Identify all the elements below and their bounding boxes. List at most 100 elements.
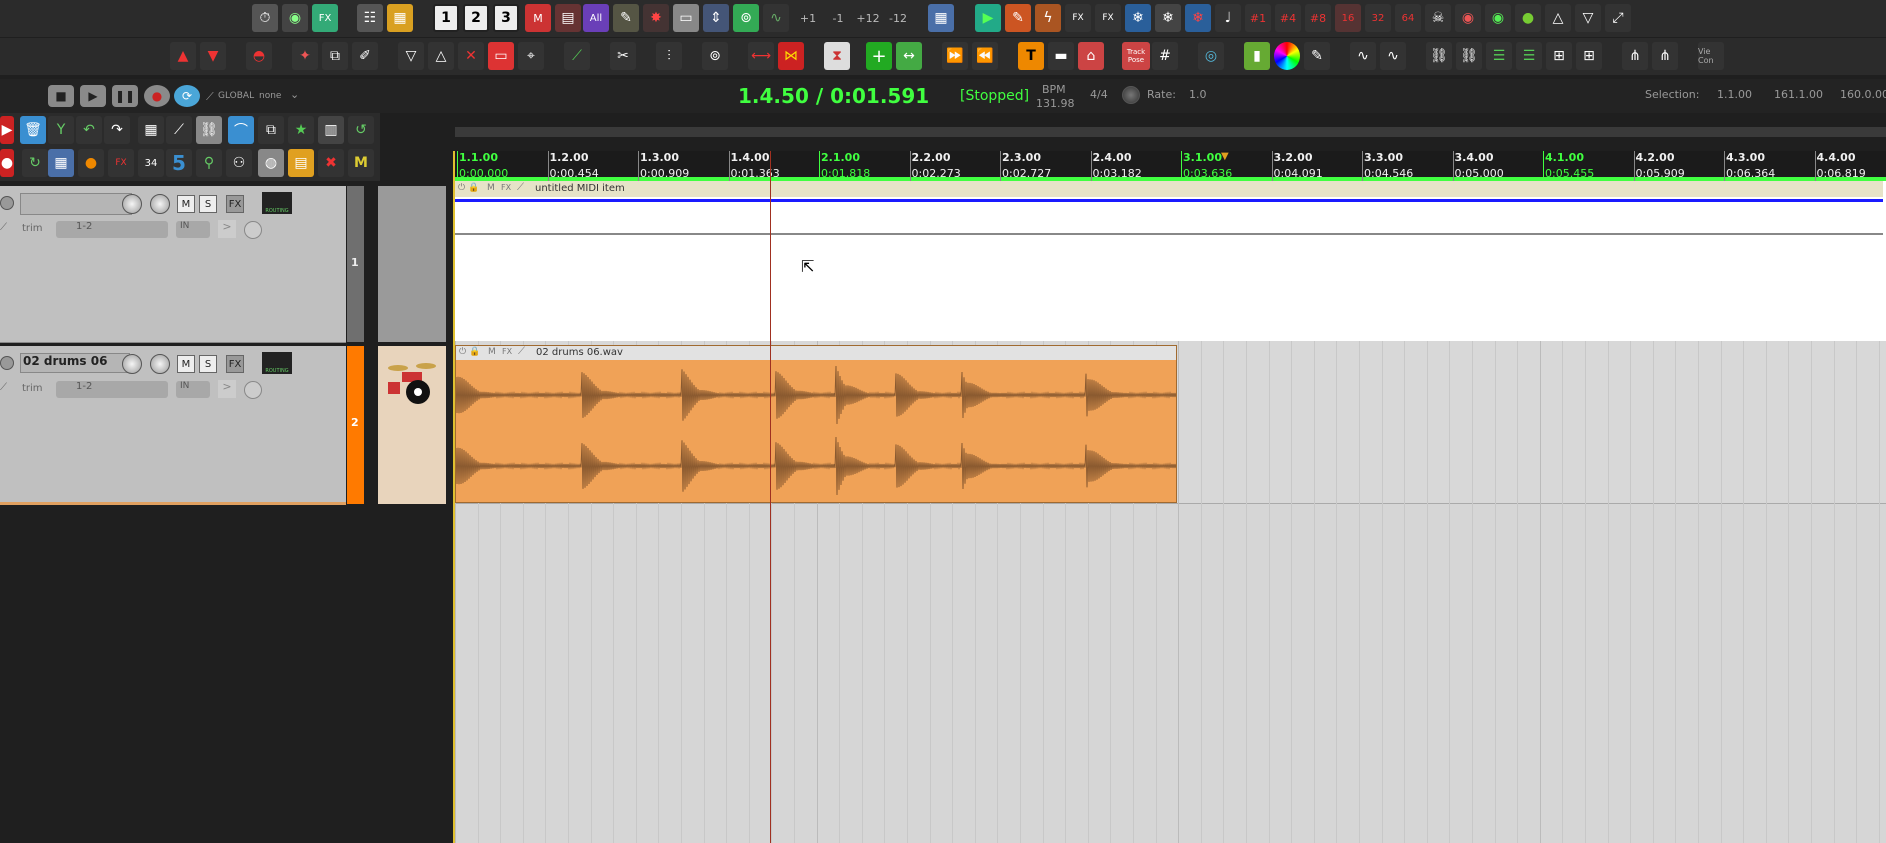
chain2-icon[interactable]: ⛓ [1456, 42, 1482, 70]
list-green-icon[interactable]: ☰ [1486, 42, 1512, 70]
rate-value[interactable]: 1.0 [1189, 88, 1207, 101]
mixer-2-icon[interactable]: ▦ [48, 149, 74, 177]
curve-icon[interactable]: ⌒ [228, 116, 254, 144]
fx-browser-icon[interactable]: FX [312, 4, 338, 32]
get-3-button[interactable]: 3 [493, 4, 519, 32]
node2-icon[interactable]: ⋔ [1652, 42, 1678, 70]
track-1-io-select[interactable]: 1-2 [56, 221, 168, 238]
track-1-panel[interactable]: M S FX ROUTING ⟋ trim 1-2 IN > [0, 186, 346, 343]
fx-wave2-icon[interactable]: FX [1095, 4, 1121, 32]
track-1-name-field[interactable] [20, 193, 132, 215]
apple-icon[interactable]: ● [1515, 4, 1541, 32]
track-2-panel[interactable]: 02 drums 06 M S FX ROUTING ⟋ trim 1-2 IN… [0, 346, 346, 505]
waveform-icon[interactable]: ∿ [763, 4, 789, 32]
track-2-fx-button[interactable]: FX [226, 355, 244, 373]
loop-2-icon[interactable]: ↻ [22, 149, 48, 177]
freeze-icon[interactable]: ❄ [1125, 4, 1151, 32]
ripple-icon[interactable]: ▦ [138, 116, 164, 144]
split-red-icon[interactable]: ⟷ [748, 42, 774, 70]
redo-icon[interactable]: ↷ [104, 116, 130, 144]
audio-item-m-button[interactable]: M [488, 347, 496, 357]
snap-icon[interactable]: Y [48, 116, 74, 144]
get-2-button[interactable]: 2 [463, 4, 489, 32]
meter-icon[interactable]: ▦ [387, 4, 413, 32]
stretch-icon[interactable]: ⇕ [703, 4, 729, 32]
track-2-pan-knob[interactable] [150, 354, 170, 374]
forward-icon[interactable]: ⏩ [942, 42, 968, 70]
rate-knob[interactable] [1122, 86, 1140, 104]
track-1-pan-knob[interactable] [150, 194, 170, 214]
num-34-icon[interactable]: 34 [138, 149, 164, 177]
midi-item-env-icon[interactable]: ⟋ [517, 182, 524, 193]
track-2-routing-button[interactable]: ROUTING [262, 352, 292, 374]
align-icon[interactable]: ⫶ [656, 42, 682, 70]
record-button[interactable]: ● [144, 85, 170, 107]
pencil-icon[interactable]: ✎ [1005, 4, 1031, 32]
fx-chain2-icon[interactable]: ⊞ [1576, 42, 1602, 70]
audio-item-header[interactable]: ⏻ 🔒 M FX ⟋ 02 drums 06.wav [456, 346, 1176, 360]
view-icon[interactable]: ◉ [282, 4, 308, 32]
bpm-value[interactable]: 131.98 [1036, 97, 1075, 110]
repeat-button[interactable]: ⟳ [174, 85, 200, 107]
light-icon[interactable]: ◍ [258, 149, 284, 177]
track-1-record-arm[interactable] [0, 196, 14, 210]
fx-wave-icon[interactable]: FX [1065, 4, 1091, 32]
midi-item-m-button[interactable]: M [487, 183, 495, 193]
grid-toggle-icon[interactable]: ▥ [318, 116, 344, 144]
notebook-icon[interactable]: ▤ [288, 149, 314, 177]
mixer-icon[interactable]: ☷ [357, 4, 383, 32]
envelope-icon[interactable]: ⟋ [564, 42, 590, 70]
hourglass-icon[interactable]: ⧗ [824, 42, 850, 70]
record-arm-icon[interactable]: ● [0, 149, 14, 177]
selection-length[interactable]: 160.0.00 [1840, 88, 1886, 101]
track-2-io-select[interactable]: 1-2 [56, 381, 168, 398]
minus-twelve-button[interactable]: -12 [885, 4, 911, 32]
house-icon[interactable]: ⌂ [1078, 42, 1104, 70]
global-dropdown-icon[interactable]: ⌄ [290, 88, 299, 101]
track-1-routing-button[interactable]: ROUTING [262, 192, 292, 214]
timeline-ruler[interactable]: 1.1.00 0:00.000 1.2.00 0:00.454 1.3.00 0:00.9… [455, 151, 1886, 181]
triangle-down-icon[interactable]: ▽ [1575, 4, 1601, 32]
skull-icon[interactable]: ☠ [1425, 4, 1451, 32]
fx-chain-icon[interactable]: ⊞ [1546, 42, 1572, 70]
fade-up-icon[interactable]: △ [428, 42, 454, 70]
arrange-view[interactable]: ⏻ 🔒 M FX ⟋ untitled MIDI item ⏻ 🔒 M FX ⟋… [455, 151, 1886, 843]
chain-icon[interactable]: ⛓ [1426, 42, 1452, 70]
track-1-phase-icon[interactable] [244, 221, 262, 239]
track-2-icon-area[interactable] [378, 346, 446, 504]
scroll-strip[interactable] [455, 127, 1886, 137]
time-signature[interactable]: 4/4 [1090, 88, 1108, 101]
tape-icon[interactable]: ⊚ [733, 4, 759, 32]
split-icon[interactable]: ✦ [292, 42, 318, 70]
play-green-icon[interactable]: ▶ [975, 4, 1001, 32]
minus-one-button[interactable]: -1 [825, 4, 851, 32]
midi-m-icon[interactable]: M [525, 4, 551, 32]
up-arrow-icon[interactable]: ▲ [170, 42, 196, 70]
unfreeze-icon[interactable]: ❄ [1185, 4, 1211, 32]
glue-icon[interactable]: ▭ [673, 4, 699, 32]
track-1-icon-area[interactable] [378, 186, 446, 342]
trash-icon[interactable]: 🗑 [20, 116, 46, 144]
color-wheel-icon[interactable] [1274, 42, 1300, 70]
arrange-icon[interactable]: ⧉ [258, 116, 284, 144]
audio-item-env-icon[interactable]: ⟋ [518, 346, 525, 357]
link-icon[interactable]: ⛓ [196, 116, 222, 144]
undo-icon[interactable]: ↶ [76, 116, 102, 144]
selection-end[interactable]: 161.1.00 [1774, 88, 1823, 101]
group-icon[interactable]: ⧉ [322, 42, 348, 70]
grid-64-icon[interactable]: 64 [1395, 4, 1421, 32]
envelope-edit-icon[interactable]: ⟋ [166, 116, 192, 144]
insert-icon[interactable]: ▭ [488, 42, 514, 70]
list-icon[interactable]: ☰ [1516, 42, 1542, 70]
people-icon[interactable]: ⚇ [226, 149, 252, 177]
track-1-input-select[interactable]: IN [176, 221, 210, 238]
m-gold-icon[interactable]: M [348, 149, 374, 177]
vie-con-button[interactable]: Vie Con [1698, 42, 1724, 70]
marker-icon[interactable]: ⌖ [518, 42, 544, 70]
metronome-icon[interactable]: ⏱ [252, 4, 278, 32]
track-2-trim-icon[interactable]: ⟋ [0, 382, 7, 393]
track-1-mute-button[interactable]: M [177, 195, 195, 213]
track-2-mute-button[interactable]: M [177, 355, 195, 373]
red-arrow-icon[interactable]: ▶ [0, 116, 14, 144]
grid-16-icon[interactable]: 16 [1335, 4, 1361, 32]
